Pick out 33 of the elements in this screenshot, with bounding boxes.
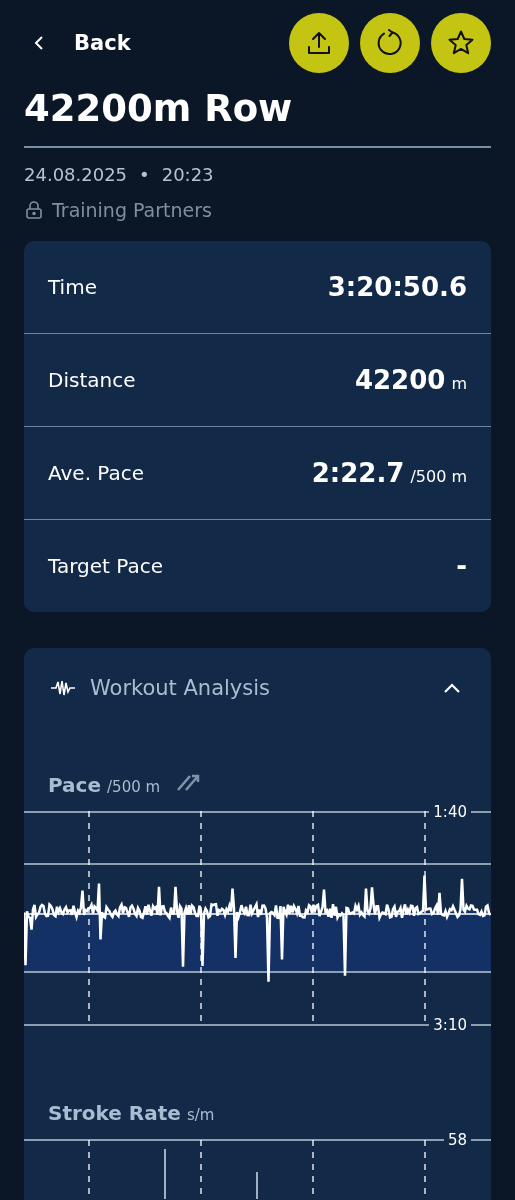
stat-value: - (456, 551, 467, 581)
visibility-label: Training Partners (52, 199, 212, 221)
stat-label: Target Pace (48, 554, 163, 578)
workout-date: 24.08.2025 (24, 164, 128, 185)
stat-label: Time (48, 275, 97, 299)
refresh-icon (376, 29, 404, 57)
stat-label: Ave. Pace (48, 461, 145, 485)
star-icon (447, 29, 475, 57)
stat-unit: /500 m (410, 467, 467, 486)
waveform-icon (50, 678, 76, 698)
chart-title: Pace (48, 773, 102, 797)
share-button[interactable] (289, 13, 349, 73)
stat-label: Distance (48, 368, 136, 392)
analysis-title: Workout Analysis (90, 676, 272, 700)
stat-unit: m (451, 374, 467, 393)
stat-value: 42200 (354, 365, 446, 395)
collapse-toggle[interactable] (443, 682, 461, 694)
chevron-up-icon (443, 682, 461, 694)
back-button[interactable]: Back (24, 31, 131, 55)
upload-icon (306, 30, 332, 56)
workout-title: 42200m Row (24, 87, 491, 148)
chart-unit: /500 m (107, 778, 161, 796)
stat-value: 3:20:50.6 (327, 272, 467, 302)
favorite-button[interactable] (431, 13, 491, 73)
stat-value: 2:22.7 (311, 458, 405, 488)
slash-arrows-icon[interactable] (176, 772, 201, 792)
back-chevron-icon (34, 35, 44, 51)
workout-time: 20:23 (161, 164, 214, 185)
chart-title: Stroke Rate (48, 1101, 181, 1125)
refresh-button[interactable] (360, 13, 420, 73)
lock-icon (24, 200, 44, 220)
separator-dot: • (139, 164, 150, 185)
chart-unit: s/m (186, 1106, 215, 1124)
